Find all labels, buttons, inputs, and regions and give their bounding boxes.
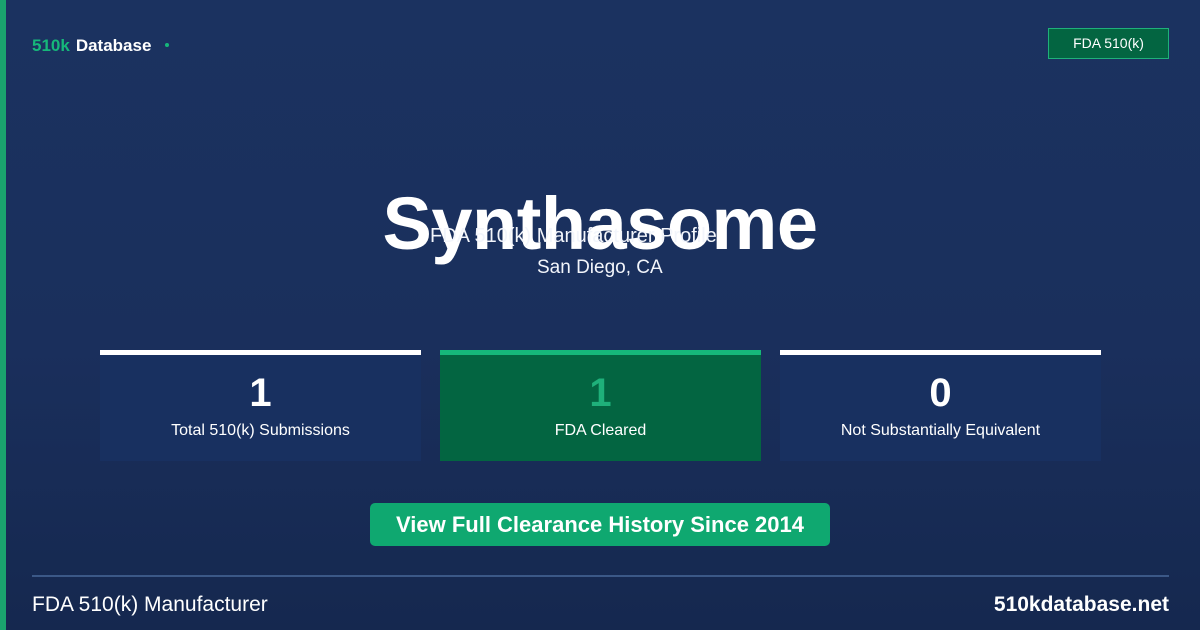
stat-label: Not Substantially Equivalent bbox=[840, 422, 1041, 439]
footer-divider bbox=[32, 575, 1169, 577]
stat-card-fda-cleared: 1 FDA Cleared bbox=[440, 350, 761, 461]
profile-subtitle: FDA 510(k) Manufacturer Profile bbox=[430, 225, 717, 247]
stat-value: 1 bbox=[589, 371, 612, 415]
footer-site-link[interactable]: 510kdatabase.net bbox=[994, 592, 1169, 618]
manufacturer-location: San Diego, CA bbox=[537, 257, 663, 278]
stat-value: 1 bbox=[249, 371, 272, 415]
brand-name-text: Database bbox=[75, 36, 152, 55]
fda-510k-badge: FDA 510(k) bbox=[1048, 28, 1169, 59]
stat-label: Total 510(k) Submissions bbox=[171, 422, 350, 439]
footer-manufacturer-label: FDA 510(k) Manufacturer bbox=[32, 593, 268, 616]
brand-accent-text: 510k bbox=[32, 36, 70, 55]
brand-dot-icon bbox=[165, 43, 170, 47]
stat-card-not-substantially-equivalent: 0 Not Substantially Equivalent bbox=[780, 350, 1101, 461]
stat-value: 0 bbox=[929, 371, 952, 415]
stat-label: FDA Cleared bbox=[554, 422, 647, 439]
view-clearance-history-button[interactable]: View Full Clearance History Since 2014 bbox=[370, 503, 830, 546]
brand-logo[interactable]: 510k Database bbox=[32, 36, 170, 56]
left-accent-bar bbox=[0, 0, 6, 630]
stat-card-total-submissions: 1 Total 510(k) Submissions bbox=[100, 350, 421, 461]
